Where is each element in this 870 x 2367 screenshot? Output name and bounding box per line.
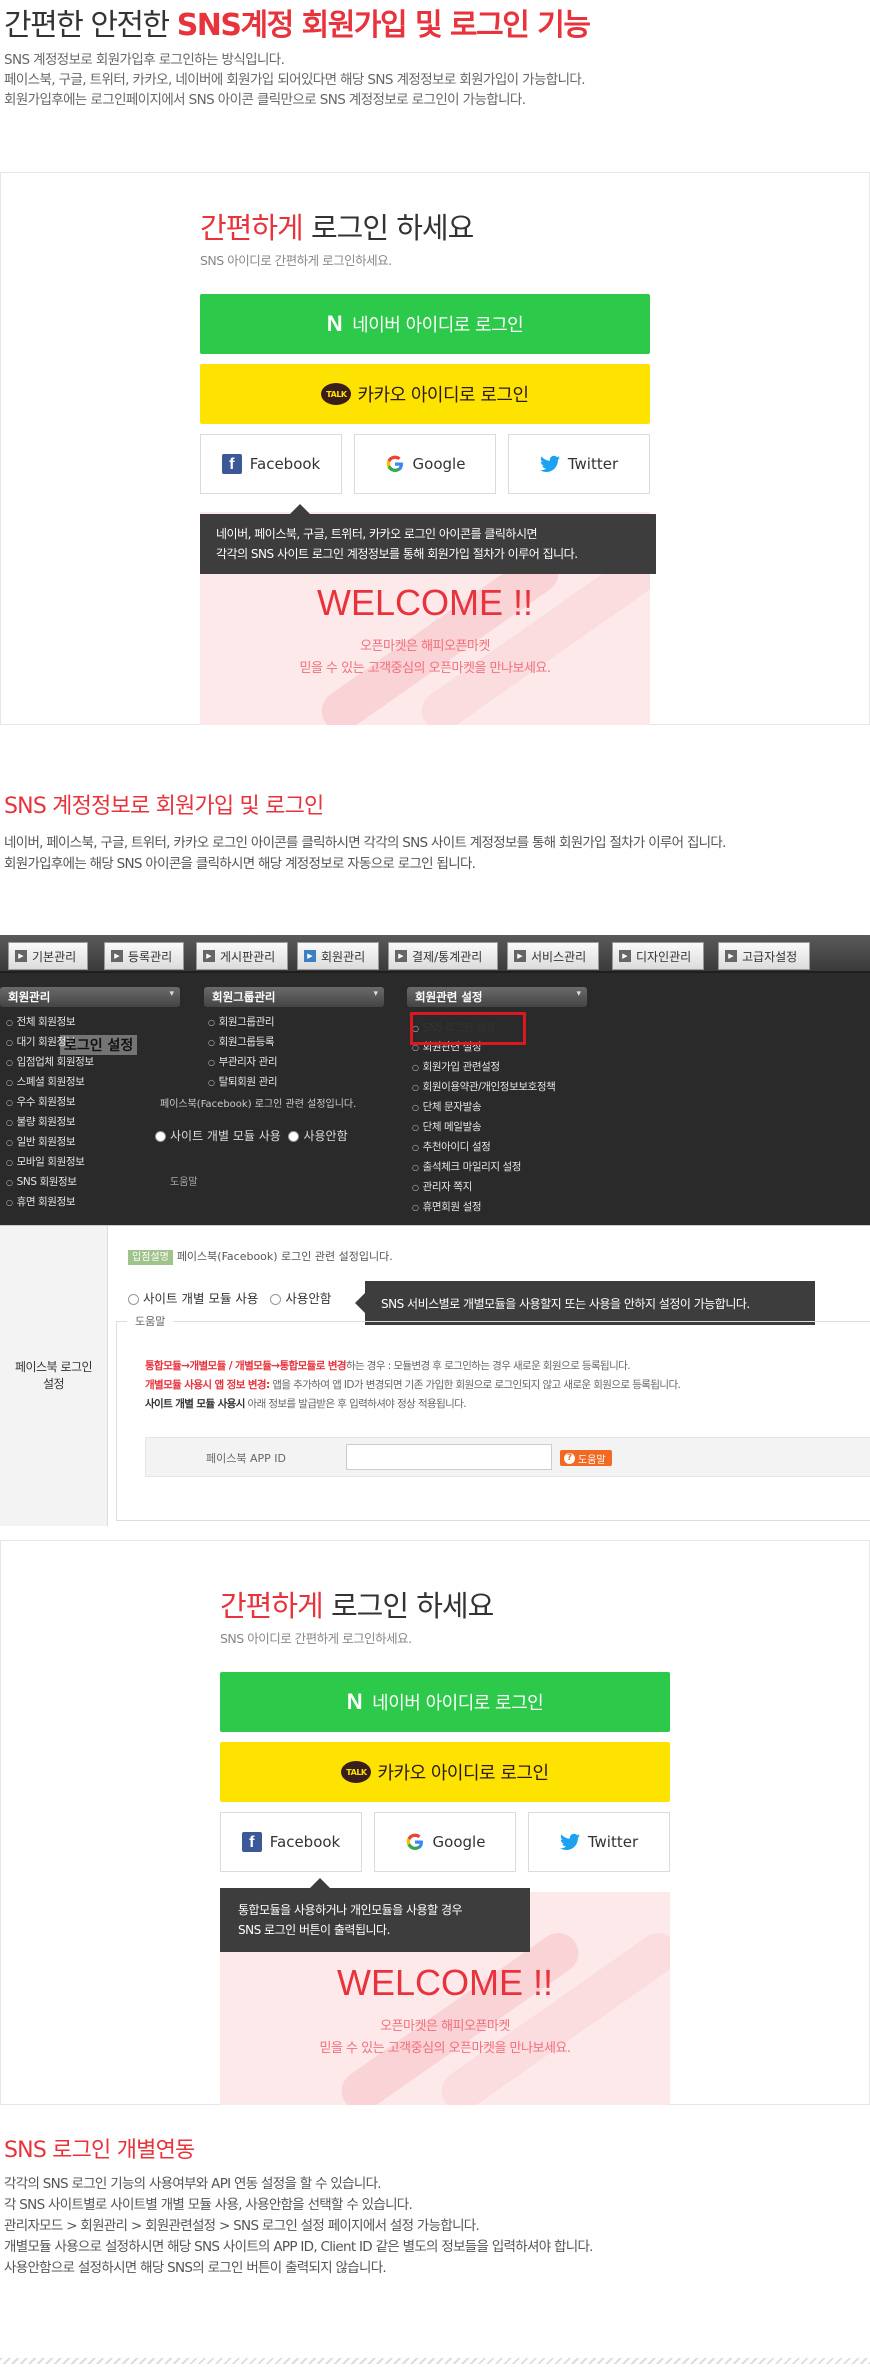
twitter-icon	[539, 455, 560, 472]
highlight-box	[410, 1012, 526, 1045]
welcome-heading: WELCOME !!	[336, 1962, 554, 2003]
google-login-button[interactable]: Google	[354, 434, 496, 494]
kakao-talk-icon: TALK	[321, 383, 352, 405]
admin-topbar: ▶ 기본관리 ▶ 등록관리 ▶ 게시판관리 ▶ 회원관리 ▶ 결제/통계관리 ▶ 서비스관리…	[0, 935, 870, 973]
overlay-note: 페이스북(Facebook) 로그인 관련 설정입니다.	[160, 1099, 357, 1110]
section-title-signup: SNS 계정정보로 회원가입 및 로그인	[4, 794, 324, 819]
welcome-heading: WELCOME !!	[316, 582, 534, 623]
menu-item[interactable]: 출석체크 마일리지 설정	[412, 1159, 522, 1174]
section-text-signup: 네이버, 페이스북, 구글, 트위터, 카카오 로그인 아이콘를 클릭하시면 각…	[4, 835, 726, 872]
help-button[interactable]: ? 도움말	[560, 1450, 612, 1466]
tab-basic[interactable]: ▶ 기본관리	[8, 942, 88, 970]
google-icon	[386, 455, 403, 472]
menu-item[interactable]: 탈퇴회원 관리	[208, 1074, 278, 1089]
help-line: 사이트 개별 모듈 사용시 아래 정보를 발급받은 후 입력하셔야 정상 적용됩…	[145, 1398, 467, 1410]
radio-individual-module[interactable]	[128, 1294, 139, 1305]
menu-item[interactable]: 휴면 회원정보	[6, 1194, 76, 1209]
tab-advanced[interactable]: ▶ 고급자설정	[718, 942, 810, 970]
login-tooltip-2: 통합모듈을 사용하거나 개인모듈을 사용할 경우 SNS 로그인 버튼이 출력됩…	[220, 1878, 530, 1952]
question-icon: ?	[564, 1452, 575, 1464]
menu-group-member-groups: 회원그룹관리 ▾	[204, 987, 384, 1007]
bottom-divider	[0, 2358, 870, 2364]
status-badge: 입점설명	[128, 1250, 173, 1265]
naver-icon: N	[326, 311, 343, 336]
google-icon	[406, 1833, 423, 1850]
menu-item[interactable]: 추천아이디 설정	[412, 1139, 491, 1154]
menu-item[interactable]: 입점업체 회원정보	[6, 1054, 94, 1069]
menu-item[interactable]: 일반 회원정보	[6, 1134, 76, 1149]
naver-icon: N	[346, 1689, 363, 1714]
help-line: 개별모듈 사용시 앱 정보 변경: 앱을 추가하여 앱 ID가 변경되면 기존 …	[145, 1379, 681, 1391]
menu-group-member-settings: 회원관련 설정 ▾	[407, 987, 587, 1007]
kakao-login-button[interactable]: TALK 카카오 아이디로 로그인	[200, 364, 650, 424]
overlay-title: 로그인 설정	[60, 1035, 138, 1055]
form-row-label: 페이스북 로그인 설정	[0, 1226, 108, 1526]
login-subtitle-2: SNS 아이디로 간편하게 로그인하세요.	[220, 1631, 412, 1646]
facebook-login-button-2[interactable]: f Facebook	[220, 1812, 362, 1872]
login-subtitle: SNS 아이디로 간편하게 로그인하세요.	[200, 253, 392, 268]
section-title-individual: SNS 로그인 개별연동	[4, 2138, 195, 2163]
menu-item[interactable]: 우수 회원정보	[6, 1094, 76, 1109]
facebook-login-settings-form: 페이스북 로그인 설정 입점설명 페이스북(Facebook) 로그인 관련 설정입…	[0, 1225, 870, 1526]
menu-item[interactable]: 회원가입 관련설정	[412, 1059, 500, 1074]
kakao-login-button-2[interactable]: TALK 카카오 아이디로 로그인	[220, 1742, 670, 1802]
app-id-input[interactable]	[346, 1444, 552, 1470]
menu-item[interactable]: 스폐셜 회원정보	[6, 1074, 85, 1089]
menu-item[interactable]: SNS 회원정보	[6, 1174, 77, 1189]
login-tooltip: 네이버, 페이스북, 구글, 트위터, 카카오 로그인 아이콘를 클릭하시면 각…	[200, 504, 656, 574]
facebook-icon: f	[221, 454, 242, 474]
menu-group-members: 회원관리 ▾	[0, 987, 180, 1007]
welcome-text: 오픈마켓은 해피오픈마켓 믿을 수 있는 고객중심의 오픈마켓을 만나보세요.	[319, 2019, 572, 2056]
facebook-login-button[interactable]: f Facebook	[200, 434, 342, 494]
naver-login-button[interactable]: N 네이버 아이디로 로그인	[200, 294, 650, 354]
menu-item[interactable]: 관리자 쪽지	[412, 1179, 473, 1194]
admin-menu-screenshot: ▶ 기본관리 ▶ 등록관리 ▶ 게시판관리 ▶ 회원관리 ▶ 결제/통계관리 ▶ 서비스관리…	[0, 935, 870, 1225]
overlay-radios: 사이트 개별 모듈 사용 사용안함	[155, 1127, 348, 1144]
kakao-talk-icon: TALK	[341, 1761, 372, 1783]
welcome-text: 오픈마켓은 해피오픈마켓 믿을 수 있는 고객중심의 오픈마켓을 만나보세요.	[299, 639, 552, 676]
intro-text: SNS 계정정보로 회원가입후 로그인하는 방식입니다. 페이스북, 구글, 트…	[4, 52, 586, 108]
google-login-button-2[interactable]: Google	[374, 1812, 516, 1872]
menu-item[interactable]: 회원그룹등록	[208, 1034, 275, 1049]
tab-board[interactable]: ▶ 게시판관리	[196, 942, 288, 970]
tab-design[interactable]: ▶ 디자인관리	[612, 942, 704, 970]
tab-members[interactable]: ▶ 회원관리	[297, 942, 379, 970]
module-tooltip: SNS 서비스별로 개별모듈을 사용할지 또는 사용을 안하지 설정이 가능합니…	[355, 1281, 815, 1325]
tab-service[interactable]: ▶ 서비스관리	[507, 942, 599, 970]
login-title-2: 간편하게 로그인 하세요	[220, 1589, 494, 1623]
login-title: 간편하게 로그인 하세요	[200, 211, 474, 245]
menu-item[interactable]: 불량 회원정보	[6, 1114, 76, 1129]
twitter-login-button-2[interactable]: Twitter	[528, 1812, 670, 1872]
help-line: 통합모듈→개별모듈 / 개별모듈→통합모듈로 변경하는 경우 : 모듈변경 후 …	[145, 1360, 631, 1372]
page-title: 간편한 안전한 SNS계정 회원가입 및 로그인 기능	[4, 8, 591, 43]
radio-disabled[interactable]	[270, 1294, 282, 1305]
twitter-icon	[559, 1833, 580, 1850]
app-id-label: 페이스북 APP ID	[206, 1452, 286, 1465]
menu-item[interactable]: 단체 메일발송	[412, 1119, 482, 1134]
menu-item[interactable]: 모바일 회원정보	[6, 1154, 85, 1169]
overlay-help: 도움말	[170, 1177, 198, 1188]
help-legend: 도움말	[127, 1313, 174, 1329]
menu-item[interactable]: 단체 문자발송	[412, 1099, 482, 1114]
tab-payment-stats[interactable]: ▶ 결제/통계관리	[388, 942, 498, 970]
module-radio-group: 사이트 개별 모듈 사용 사용안함	[128, 1288, 331, 1307]
app-id-row: 페이스북 APP ID ? 도움말	[145, 1437, 870, 1477]
menu-item[interactable]: 회원그룹관리	[208, 1014, 275, 1029]
facebook-icon: f	[241, 1832, 262, 1852]
naver-login-button-2[interactable]: N 네이버 아이디로 로그인	[220, 1672, 670, 1732]
menu-item[interactable]: 회원이용약관/개인정보보호정책	[412, 1079, 556, 1094]
menu-item[interactable]: 부관리자 관리	[208, 1054, 278, 1069]
twitter-login-button[interactable]: Twitter	[508, 434, 650, 494]
menu-item[interactable]: 휴면회원 설정	[412, 1199, 482, 1214]
section-text-individual: 각각의 SNS 로그인 기능의 사용여부와 API 연동 설정을 할 수 있습니…	[4, 2176, 593, 2276]
tab-register[interactable]: ▶ 등록관리	[104, 942, 184, 970]
form-note: 입점설명 페이스북(Facebook) 로그인 관련 설정입니다.	[128, 1248, 393, 1265]
help-box: 도움말 통합모듈→개별모듈 / 개별모듈→통합모듈로 변경하는 경우 : 모듈변…	[116, 1313, 870, 1521]
menu-item[interactable]: 전체 회원정보	[6, 1014, 76, 1029]
